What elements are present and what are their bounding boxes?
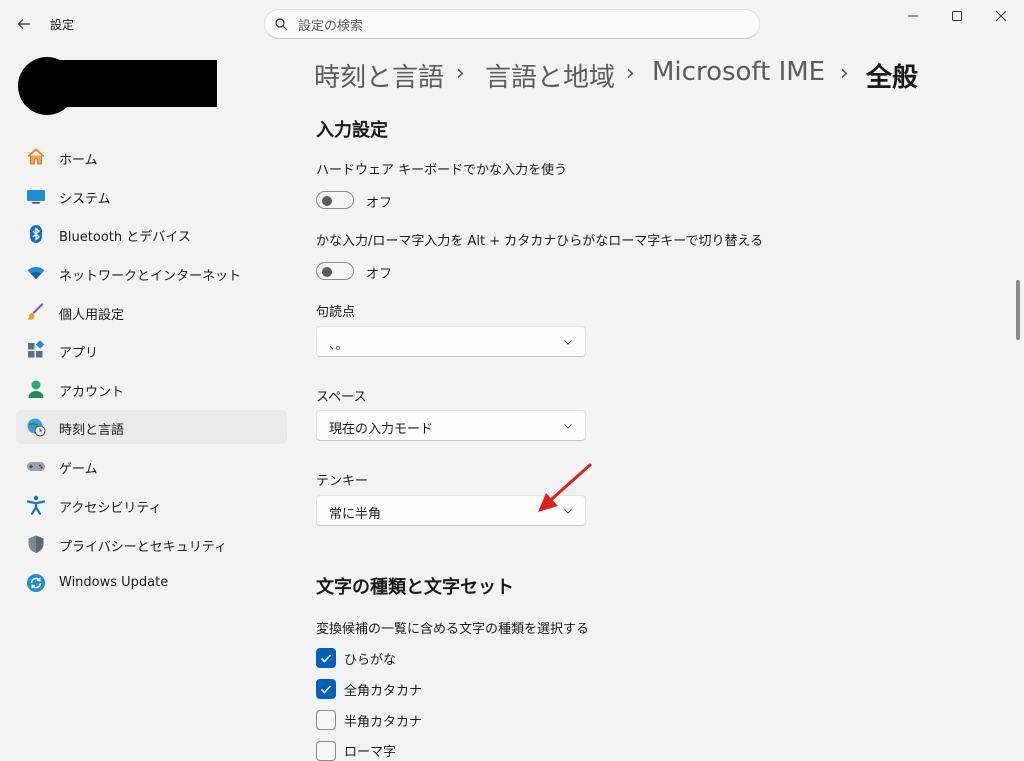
apps-icon [26, 340, 46, 360]
sidebar-item-network[interactable]: ネットワークとインターネット [16, 256, 287, 290]
checkmark-icon [320, 685, 332, 694]
space-dropdown[interactable]: 現在の入力モード [316, 410, 586, 441]
breadcrumb-separator: › [840, 61, 849, 86]
dropdown-value: 現在の入力モード [329, 422, 434, 437]
brush-icon [26, 302, 46, 322]
sidebar-item-gaming[interactable]: ゲーム [16, 449, 287, 483]
checkmark-icon [320, 654, 332, 663]
charset-description: 変換候補の一覧に含める文字の種類を選択する [316, 622, 590, 637]
checkbox-label: ひらがな [344, 653, 397, 668]
bluetooth-icon [26, 224, 46, 244]
toggle-knob [322, 196, 332, 206]
search-placeholder: 設定の検索 [298, 18, 364, 34]
toggle-knob [322, 267, 332, 277]
sidebar-item-label: ゲーム [59, 462, 98, 477]
wifi-icon [26, 263, 46, 283]
sidebar-item-label: Bluetooth とデバイス [59, 230, 191, 245]
sidebar-item-label: システム [59, 192, 111, 207]
update-icon [26, 573, 46, 593]
sidebar-item-personalization[interactable]: 個人用設定 [16, 295, 287, 329]
globe-clock-icon [26, 417, 46, 437]
breadcrumb-item-time-language[interactable]: 時刻と言語 [314, 57, 444, 94]
close-button[interactable] [978, 0, 1024, 32]
hw-keyboard-kana-toggle[interactable] [316, 191, 354, 209]
checkbox-label: 全角カタカナ [344, 684, 423, 699]
annotation-arrow-icon [538, 463, 592, 512]
sidebar-item-label: ホーム [59, 153, 98, 168]
gamepad-icon [26, 456, 46, 476]
dropdown-value: 常に半角 [329, 507, 382, 522]
home-icon [26, 147, 46, 167]
toggle-state-text: オフ [366, 267, 393, 282]
checkbox-label: 半角カタカナ [344, 715, 423, 730]
minimize-icon [908, 15, 918, 17]
alt-kana-switch-label: かな入力/ローマ字入力を Alt + カタカナひらがなローマ字キーで切り替える [316, 234, 764, 249]
punctuation-dropdown[interactable]: 、。 [316, 326, 586, 357]
breadcrumb-separator: › [626, 61, 635, 86]
sidebar-item-home[interactable]: ホーム [16, 140, 287, 174]
maximize-icon [952, 11, 962, 21]
chevron-down-icon [564, 340, 572, 345]
sidebar-item-windows-update[interactable]: Windows Update [16, 566, 287, 600]
minimize-button[interactable] [890, 0, 936, 32]
toggle-state-text: オフ [366, 196, 393, 211]
checkbox-label: ローマ字 [344, 745, 397, 760]
redacted-user-info [60, 60, 217, 107]
sidebar-item-time-language[interactable]: 時刻と言語 [16, 410, 287, 444]
sidebar-item-label: アプリ [59, 346, 99, 361]
back-button[interactable] [10, 10, 38, 38]
search-icon [275, 17, 288, 30]
tenkey-label: テンキー [316, 474, 369, 489]
hw-keyboard-kana-label: ハードウェア キーボードでかな入力を使う [316, 163, 568, 178]
checkbox-halfwidth-katakana[interactable] [316, 710, 336, 730]
sidebar-item-accessibility[interactable]: アクセシビリティ [16, 488, 287, 522]
breadcrumb-item-microsoft-ime[interactable]: Microsoft IME [652, 57, 825, 87]
checkbox-fullwidth-katakana[interactable] [316, 679, 336, 699]
accessibility-icon [26, 495, 46, 515]
back-arrow-icon [17, 19, 30, 29]
sidebar-item-label: 個人用設定 [59, 308, 125, 323]
page-title: 全般 [866, 63, 919, 93]
alt-kana-switch-toggle[interactable] [316, 262, 354, 280]
monitor-icon [26, 186, 46, 206]
sidebar-item-label: アカウント [59, 385, 125, 400]
scrollbar-thumb[interactable] [1016, 280, 1020, 340]
search-box[interactable]: 設定の検索 [264, 9, 760, 39]
sidebar-item-accounts[interactable]: アカウント [16, 372, 287, 406]
app-title: 設定 [50, 18, 75, 32]
breadcrumb-item-language-region[interactable]: 言語と地域 [485, 57, 615, 94]
sidebar-item-label: Windows Update [59, 575, 169, 590]
sidebar-item-privacy[interactable]: プライバシーとセキュリティ [16, 527, 287, 561]
chevron-down-icon [564, 424, 572, 429]
close-icon [996, 11, 1006, 21]
maximize-button[interactable] [934, 0, 980, 32]
sidebar-item-system[interactable]: システム [16, 179, 287, 213]
section-title-input-settings: 入力設定 [316, 120, 388, 141]
space-label: スペース [316, 390, 367, 405]
sidebar-item-label: プライバシーとセキュリティ [59, 540, 227, 555]
section-title-charset: 文字の種類と文字セット [316, 577, 514, 598]
sidebar-item-apps[interactable]: アプリ [16, 333, 287, 367]
dropdown-value: 、。 [329, 338, 349, 353]
sidebar-item-label: ネットワークとインターネット [59, 269, 242, 284]
breadcrumb-separator: › [456, 61, 465, 86]
sidebar-item-label: アクセシビリティ [59, 501, 162, 516]
sidebar-item-label: 時刻と言語 [59, 423, 125, 438]
punctuation-label: 句読点 [316, 305, 356, 320]
sidebar-item-bluetooth[interactable]: Bluetooth とデバイス [16, 217, 287, 251]
checkbox-hiragana[interactable] [316, 648, 336, 668]
shield-icon [26, 534, 46, 554]
checkbox-romaji[interactable] [316, 741, 336, 761]
person-icon [26, 379, 46, 399]
